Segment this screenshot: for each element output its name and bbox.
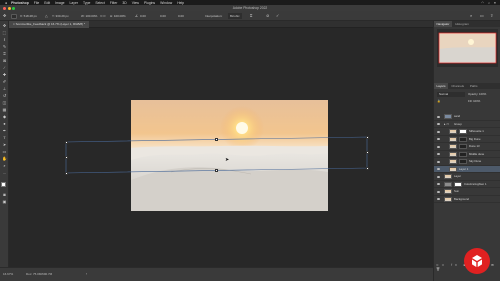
transform-handle-top-right[interactable] xyxy=(365,135,369,139)
layer-name: Background xyxy=(454,196,469,201)
layer-row[interactable]: Layer xyxy=(434,173,500,181)
fx-icon[interactable]: fx xyxy=(451,263,459,267)
tab-histogram[interactable]: Histogram xyxy=(453,21,472,27)
transform-handle-bottom-right[interactable] xyxy=(365,166,369,170)
visibility-eye-icon[interactable] xyxy=(437,183,440,185)
status-expand-icon[interactable]: › xyxy=(86,272,87,276)
layer-thumbnail xyxy=(449,159,457,165)
layer-name: Middle dune xyxy=(469,151,485,156)
layer-thumbnail xyxy=(444,189,452,195)
transform-handle-middle-left[interactable] xyxy=(64,156,68,159)
layer-name: Dune 13 xyxy=(469,144,480,148)
layer-mask-thumbnail[interactable] xyxy=(459,159,467,165)
layer-mask-thumbnail[interactable] xyxy=(459,129,467,135)
visibility-eye-icon[interactable] xyxy=(437,168,440,170)
layer-row-selected[interactable]: Layer 1 xyxy=(434,165,500,173)
layer-row[interactable]: Background xyxy=(434,196,500,203)
folder-icon: ▸ ▭ xyxy=(444,121,450,126)
visibility-eye-icon[interactable] xyxy=(437,123,440,125)
visibility-eye-icon[interactable] xyxy=(437,160,440,163)
layer-row[interactable]: Big Dune xyxy=(434,136,500,143)
lock-label: 🔒 xyxy=(437,99,441,103)
visibility-eye-icon[interactable] xyxy=(437,138,440,140)
new-layer-icon[interactable]: ⊞ xyxy=(491,263,497,267)
layer-mask-thumbnail[interactable] xyxy=(459,144,467,150)
layer-thumbnail xyxy=(449,136,457,142)
layer-row[interactable]: Colorize/Lighten 1 xyxy=(434,181,500,188)
layer-name: Sun xyxy=(454,189,459,193)
layer-thumbnail xyxy=(449,144,457,150)
channel-logo xyxy=(464,248,490,274)
layer-row[interactable]: Silhouette 1 xyxy=(434,128,500,136)
cursor-icon: ➤ xyxy=(225,157,230,163)
tab-navigator[interactable]: Navigator xyxy=(434,21,452,27)
status-bar: 16.67% Doc: 75.0M/690.7M › xyxy=(0,267,433,281)
visibility-eye-icon[interactable] xyxy=(437,190,440,193)
visibility-eye-icon[interactable] xyxy=(437,153,440,155)
layer-row[interactable]: ▸ ▭ Group xyxy=(434,121,500,128)
layer-thumbnail xyxy=(444,174,452,180)
layer-mask-thumbnail[interactable] xyxy=(454,181,462,187)
blend-mode-select[interactable]: Normal xyxy=(437,92,465,97)
visibility-eye-icon[interactable] xyxy=(437,198,440,200)
transform-handle-bottom-center[interactable] xyxy=(215,169,218,172)
layer-row[interactable]: sand xyxy=(434,113,500,121)
visibility-eye-icon[interactable] xyxy=(437,175,440,178)
tab-channels[interactable]: Channels xyxy=(449,83,467,89)
layer-thumbnail xyxy=(444,181,452,187)
transform-handle-top-left[interactable] xyxy=(64,140,68,144)
layer-thumbnail xyxy=(444,114,452,120)
layer-name: Group xyxy=(454,121,462,126)
layer-thumbnail xyxy=(444,196,452,202)
layer-name: Colorize/Lighten 1 xyxy=(464,181,487,186)
zoom-level[interactable]: 16.67% xyxy=(3,272,13,276)
document-size: Doc: 75.0M/690.7M xyxy=(26,272,53,276)
layer-thumbnail xyxy=(449,166,457,172)
visibility-eye-icon[interactable] xyxy=(437,145,440,148)
layer-mask-thumbnail[interactable] xyxy=(459,136,467,142)
layer-mask-thumbnail[interactable] xyxy=(459,151,467,157)
channel-logo-icon xyxy=(472,255,482,267)
layer-row[interactable]: Middle dune xyxy=(434,151,500,158)
layer-name: Silhouette 1 xyxy=(469,129,484,133)
layer-name: Layer 1 xyxy=(459,166,469,171)
layer-thumbnail xyxy=(449,129,457,135)
visibility-eye-icon[interactable] xyxy=(437,115,440,118)
trash-icon[interactable]: 🗑 xyxy=(436,267,443,271)
layer-row[interactable]: Sky Dune xyxy=(434,158,500,166)
layer-thumbnail xyxy=(449,151,457,157)
layers-panel-tabs: Layers Channels Paths xyxy=(434,83,500,89)
tab-paths[interactable]: Paths xyxy=(467,83,480,89)
layer-name: Sky Dune xyxy=(469,159,482,163)
layer-name: Big Dune xyxy=(469,136,481,141)
layer-name: Layer xyxy=(454,174,461,178)
transform-handle-bottom-left[interactable] xyxy=(64,171,68,175)
navigator-preview[interactable] xyxy=(437,29,498,67)
transform-handle-middle-right[interactable] xyxy=(365,151,369,154)
transform-handle-top-center[interactable] xyxy=(215,138,218,141)
visibility-eye-icon[interactable] xyxy=(437,130,440,133)
navigator-tabs: Navigator Histogram xyxy=(434,21,500,27)
layer-name: sand xyxy=(454,114,461,118)
right-panels: Navigator Histogram Layers Channels Path… xyxy=(433,21,500,281)
fill-field[interactable]: Fill: 100% xyxy=(468,99,480,104)
transform-bounding-box[interactable] xyxy=(0,0,500,281)
layer-row[interactable]: Dune 13 xyxy=(434,143,500,151)
tab-layers[interactable]: Layers xyxy=(434,83,449,89)
opacity-field[interactable]: Opacity: 100% xyxy=(468,92,486,97)
layer-row[interactable]: Sun xyxy=(434,188,500,196)
